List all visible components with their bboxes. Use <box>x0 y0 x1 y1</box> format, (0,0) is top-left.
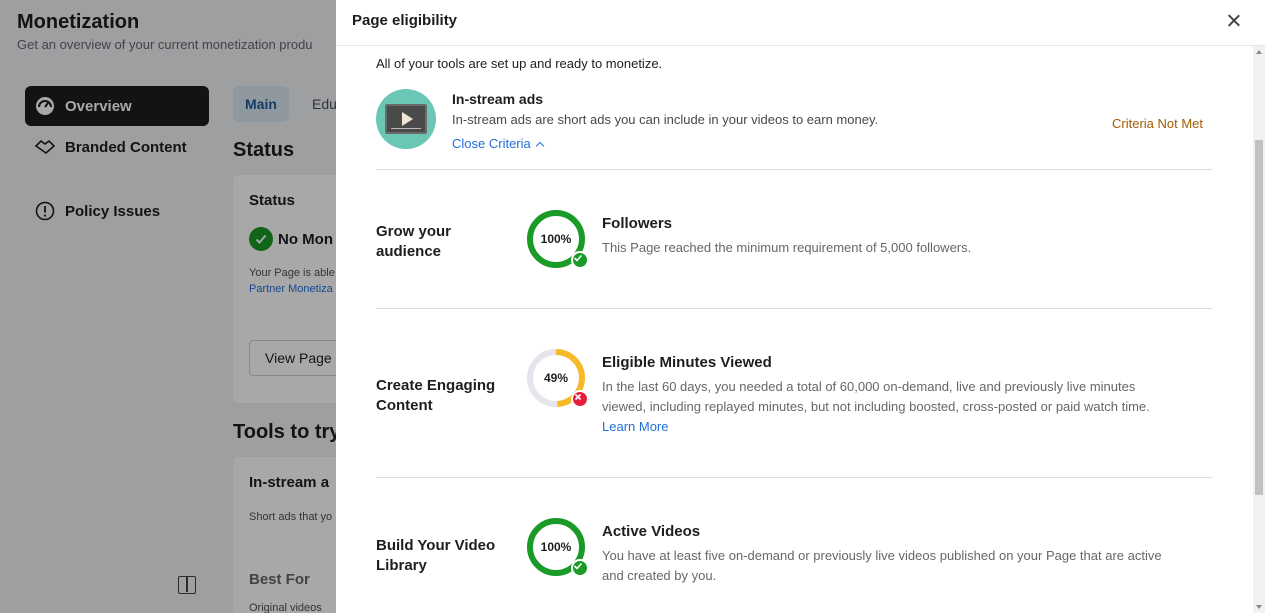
criterion-category: Create Engaging Content <box>376 377 496 414</box>
video-play-icon <box>376 89 436 149</box>
close-criteria-label: Close Criteria <box>452 136 531 151</box>
chevron-up-icon <box>535 141 544 150</box>
divider <box>376 169 1212 170</box>
divider <box>376 308 1212 309</box>
criterion-description: This Page reached the minimum requiremen… <box>602 238 1182 258</box>
scroll-down-icon[interactable] <box>1256 605 1262 609</box>
criterion-row: Build Your Video Library 100% Active Vid… <box>376 517 1212 597</box>
scrollbar-thumb[interactable] <box>1255 140 1263 495</box>
criterion-description-text: In the last 60 days, you needed a total … <box>602 379 1150 414</box>
criterion-category: Grow your audience <box>376 223 452 260</box>
learn-more-link[interactable]: Learn More <box>602 419 668 434</box>
criterion-description-text: This Page reached the minimum requiremen… <box>602 240 972 255</box>
criterion-description-text: You have at least five on-demand or prev… <box>602 548 1162 583</box>
criterion-title: Active Videos <box>602 523 701 540</box>
criterion-description: In the last 60 days, you needed a total … <box>602 377 1182 437</box>
page-eligibility-dialog: Page eligibility All of your tools are s… <box>336 0 1265 613</box>
criterion-category: Build Your Video Library <box>376 537 496 574</box>
close-criteria-link[interactable]: Close Criteria <box>452 136 544 151</box>
check-circle-icon <box>571 559 589 577</box>
dialog-header: Page eligibility <box>336 0 1265 46</box>
check-circle-icon <box>571 251 589 269</box>
progress-ring: 49% <box>526 348 589 408</box>
error-x-icon <box>571 390 589 408</box>
divider <box>376 477 1212 478</box>
progress-ring: 100% <box>526 517 589 577</box>
tool-description: In-stream ads are short ads you can incl… <box>452 112 879 127</box>
dialog-scrollbar[interactable] <box>1253 46 1265 613</box>
criterion-row: Create Engaging Content 49% Eligible Min… <box>376 348 1212 448</box>
criterion-title: Followers <box>602 215 673 232</box>
tool-name: In-stream ads <box>452 91 544 107</box>
dialog-title: Page eligibility <box>352 12 458 29</box>
close-icon[interactable] <box>1224 11 1244 31</box>
criterion-description: You have at least five on-demand or prev… <box>602 546 1182 586</box>
criteria-status: Criteria Not Met <box>1112 116 1204 131</box>
criterion-row: Grow your audience 100% Followers This P… <box>376 209 1212 289</box>
progress-ring: 100% <box>526 209 589 269</box>
dialog-intro: All of your tools are set up and ready t… <box>376 56 663 71</box>
criterion-title: Eligible Minutes Viewed <box>602 354 772 371</box>
scroll-up-icon[interactable] <box>1256 50 1262 54</box>
